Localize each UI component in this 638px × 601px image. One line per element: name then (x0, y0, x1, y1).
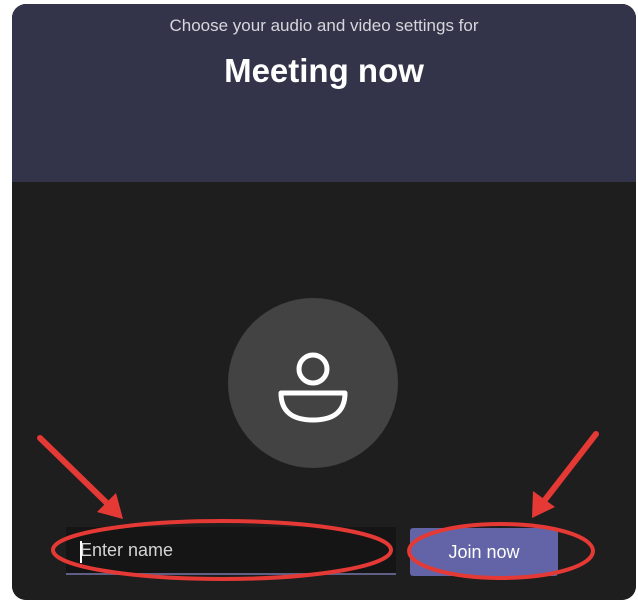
meeting-title: Meeting now (224, 52, 424, 89)
avatar (228, 298, 398, 468)
join-now-button[interactable]: Join now (410, 528, 558, 576)
person-icon (278, 352, 348, 423)
settings-subtitle: Choose your audio and video settings for (169, 16, 479, 35)
name-input[interactable] (66, 527, 396, 575)
prejoin-header: Choose your audio and video settings for… (12, 4, 636, 182)
text-caret (80, 541, 82, 563)
